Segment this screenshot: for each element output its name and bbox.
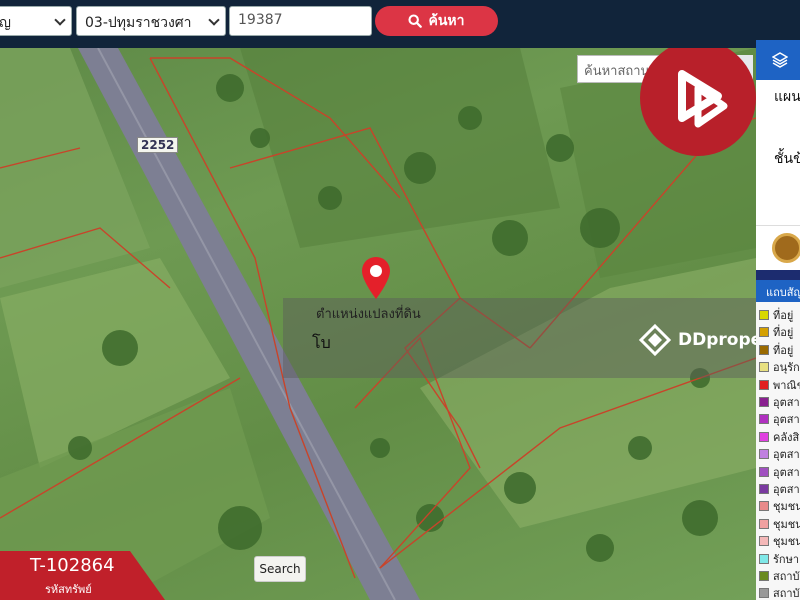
legend-list: ที่อยู่ที่อยู่ที่อยู่อนุรักพาณิชอุตสาอุต…	[756, 302, 800, 600]
legend-label: พาณิช	[773, 378, 800, 392]
listing-code-caption: รหัสทรัพย์	[45, 583, 92, 596]
map-search-button[interactable]: Search	[254, 556, 306, 582]
legend-swatch	[759, 484, 769, 494]
search-icon	[408, 14, 423, 28]
legend-item: พาณิช	[759, 376, 800, 394]
ddproperty-watermark: DDproperty	[638, 323, 756, 357]
province-select-value: ญ	[0, 15, 11, 31]
legend-item: ชุมชน	[759, 515, 800, 533]
layers-icon	[772, 52, 788, 68]
panel-line-2: ชั้นข้	[774, 151, 800, 167]
legend-swatch	[759, 379, 769, 390]
parcel-id-input[interactable]: 19387	[229, 6, 372, 36]
legend-label: อุตสา	[773, 483, 800, 496]
legend-label: รักษา	[773, 552, 799, 566]
chevron-down-icon	[54, 14, 66, 26]
agency-seal	[756, 225, 800, 270]
listing-code: T-102864	[30, 555, 115, 576]
panel-line-1: แผน	[774, 89, 800, 105]
chevron-down-icon	[208, 14, 220, 26]
legend-swatch	[759, 501, 769, 512]
legend-item: อุตสา	[759, 445, 800, 463]
legend-swatch	[759, 588, 769, 599]
legend-label: ที่อยู่	[773, 343, 794, 357]
legend-swatch	[759, 518, 769, 529]
legend-item: สถาบั	[759, 584, 800, 600]
legend-item: อุตสา	[759, 463, 800, 481]
province-select[interactable]: ญ	[0, 6, 72, 36]
brand-logo	[640, 48, 756, 156]
map-pin-icon[interactable]	[359, 255, 393, 301]
legend-item: ชุมชน	[759, 532, 800, 550]
legend-item: อุตสา	[759, 410, 800, 428]
legend-swatch	[759, 310, 769, 320]
legend-label: ที่อยู่	[773, 309, 794, 322]
legend-item: อนุรัก	[759, 358, 800, 376]
district-select-value: 03-ปทุมราชวงศา	[85, 15, 192, 31]
legend-item: ที่อยู่	[759, 323, 800, 341]
search-button[interactable]: ค้นหา	[375, 6, 498, 36]
legend-label: สถาบั	[773, 570, 800, 583]
legend-swatch	[759, 571, 769, 581]
legend-label: ชุมชน	[773, 517, 800, 531]
seal-icon	[772, 233, 800, 263]
legend-label: ชุมชน	[773, 500, 800, 514]
legend-swatch	[759, 397, 769, 407]
legend-label: อุตสา	[773, 465, 800, 479]
legend-label: ชุมชน	[773, 535, 800, 549]
legend-swatch	[759, 344, 769, 355]
search-button-label: ค้นหา	[428, 13, 465, 29]
legend-swatch	[759, 536, 769, 547]
layer-panel-header[interactable]	[756, 40, 800, 80]
layer-panel: แผน ชั้นข้ แถบสัญ ที่อยู่ ที่อยู่ ที่อยู่อ…	[756, 40, 800, 600]
pin-label: ตำแหน่งแปลงที่ดิน	[316, 307, 421, 322]
legend-label: สถาบั	[773, 587, 800, 600]
brand-logo-icon	[678, 70, 728, 128]
search-toolbar: ญ 03-ปทุมราชวงศา 19387 ค้นหา	[0, 0, 800, 48]
legend-swatch	[759, 362, 769, 373]
legend-item: อุตสา	[759, 393, 800, 411]
watermark-text: DDproperty	[678, 330, 756, 350]
legend-item: ที่อยู่	[759, 341, 800, 359]
legend-swatch	[759, 327, 769, 338]
legend-label: อุตสา	[773, 413, 800, 427]
legend-swatch	[759, 449, 769, 460]
overlay-text: โบ	[312, 333, 331, 352]
legend-item: ชุมชน	[759, 497, 800, 515]
legend-swatch	[759, 414, 769, 425]
legend-swatch	[759, 431, 769, 442]
legend-title: แถบสัญ	[756, 280, 800, 302]
district-select[interactable]: 03-ปทุมราชวงศา	[76, 6, 226, 36]
legend-label: คลังสิ	[773, 430, 800, 444]
legend-item: สถาบั	[759, 567, 800, 585]
legend-item: รักษา	[759, 550, 800, 568]
legend-label: อุตสา	[773, 396, 800, 409]
legend-label: อนุรัก	[773, 361, 800, 375]
legend-swatch	[759, 553, 769, 564]
ddproperty-logo-icon	[638, 323, 672, 357]
legend-item: ที่อยู่	[759, 306, 800, 324]
legend-swatch	[759, 466, 769, 477]
legend-item: อุตสา	[759, 480, 800, 498]
legend-label: ที่อยู่	[773, 326, 794, 340]
legend-label: อุตสา	[773, 448, 800, 462]
legend-item: คลังสิ	[759, 428, 800, 446]
satellite-map[interactable]: 2252 โบ DDproperty ตำแหน่งแปลงที่ดิน ค้น…	[0, 48, 756, 600]
road-number-label: 2252	[137, 137, 179, 153]
